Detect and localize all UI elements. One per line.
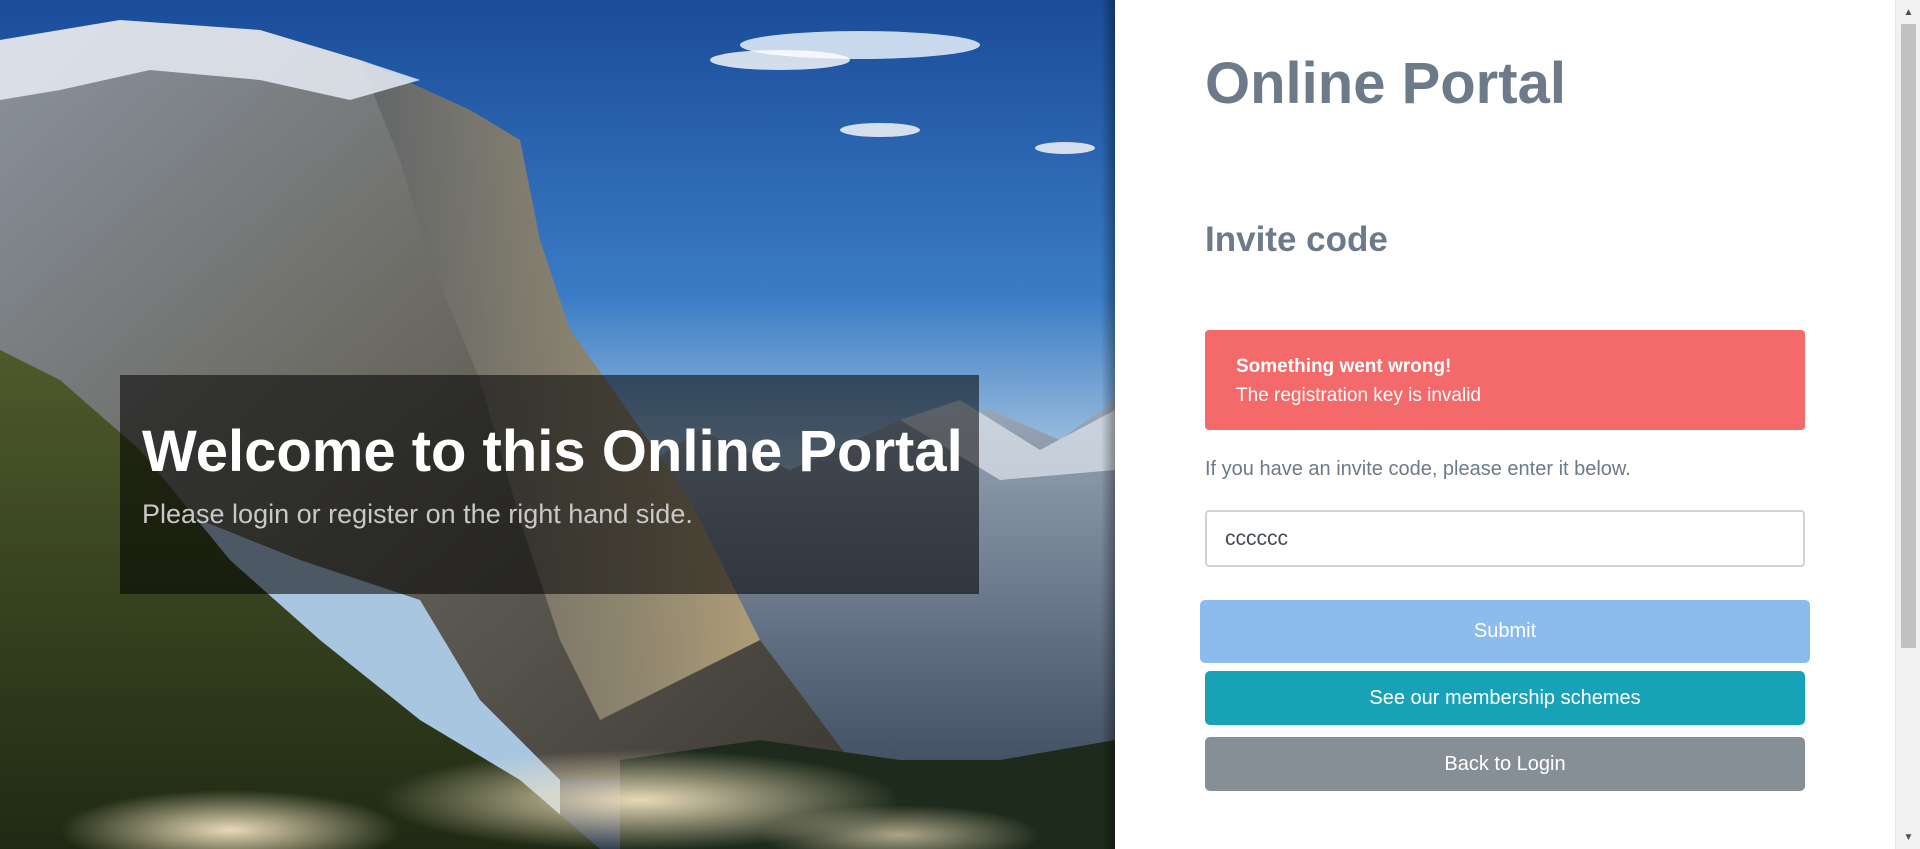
- scroll-thumb[interactable]: [1901, 24, 1916, 648]
- welcome-subtitle: Please login or register on the right ha…: [142, 498, 693, 529]
- scroll-down-arrow-icon[interactable]: ▼: [1896, 827, 1920, 847]
- scroll-up-arrow-icon[interactable]: ▲: [1896, 2, 1920, 22]
- alert-title: Something went wrong!: [1236, 356, 1452, 377]
- submit-button[interactable]: Submit: [1200, 600, 1810, 663]
- invite-panel: Online Portal Invite code Something went…: [1115, 0, 1895, 849]
- welcome-overlay: Welcome to this Online Portal Please log…: [120, 375, 979, 594]
- invite-code-input[interactable]: [1205, 510, 1805, 567]
- back-to-login-button[interactable]: Back to Login: [1205, 737, 1805, 791]
- error-alert: Something went wrong! The registration k…: [1205, 330, 1805, 430]
- invite-hint: If you have an invite code, please enter…: [1205, 458, 1631, 480]
- alert-message: The registration key is invalid: [1236, 385, 1481, 407]
- hero-edge-shadow: [1101, 0, 1115, 849]
- portal-title: Online Portal: [1205, 51, 1566, 116]
- section-title: Invite code: [1205, 220, 1388, 259]
- welcome-title: Welcome to this Online Portal: [142, 419, 963, 484]
- membership-schemes-button[interactable]: See our membership schemes: [1205, 671, 1805, 725]
- hero-banner: Welcome to this Online Portal Please log…: [0, 0, 1115, 849]
- page: Welcome to this Online Portal Please log…: [0, 0, 1920, 849]
- vertical-scrollbar[interactable]: ▲ ▼: [1895, 0, 1920, 849]
